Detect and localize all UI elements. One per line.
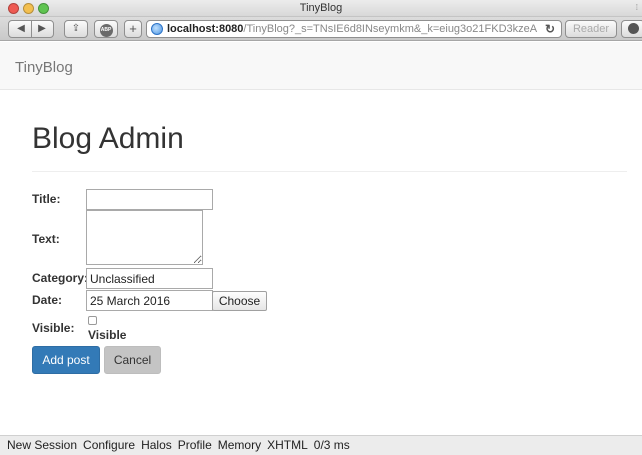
forward-arrow-icon[interactable]: ▶ <box>33 21 51 37</box>
memory-link[interactable]: Memory <box>218 438 261 452</box>
profile-link[interactable]: Profile <box>178 438 212 452</box>
category-field[interactable] <box>86 268 213 289</box>
window-title: TinyBlog <box>299 2 343 14</box>
site-brand-link[interactable]: TinyBlog <box>15 59 73 76</box>
reader-button[interactable]: Reader <box>565 20 617 38</box>
choose-date-button[interactable]: Choose <box>212 291 267 311</box>
text-label: Text: <box>32 232 60 246</box>
downloads-button[interactable] <box>621 20 642 38</box>
xhtml-link[interactable]: XHTML <box>267 438 308 452</box>
add-post-button[interactable]: Add post <box>32 346 100 374</box>
title-label: Title: <box>32 192 61 206</box>
cancel-button[interactable]: Cancel <box>104 346 161 374</box>
date-field[interactable] <box>86 290 213 311</box>
url-host: localhost:8080 <box>167 23 244 35</box>
url-text: localhost:8080/TinyBlog?_s=TNsIE6d8INsey… <box>167 21 537 37</box>
configure-link[interactable]: Configure <box>83 438 135 452</box>
globe-icon <box>151 23 163 35</box>
url-path: /TinyBlog?_s=TNsIE6d8INseymkm&_k=eiug3o2… <box>243 23 538 35</box>
text-area[interactable] <box>86 210 203 265</box>
address-bar[interactable]: localhost:8080/TinyBlog?_s=TNsIE6d8INsey… <box>146 20 562 38</box>
window-titlebar: TinyBlog ⁞ <box>0 0 642 17</box>
browser-toolbar: ◀ ▶ ⇪ ABP + localhost:8080/TinyBlog?_s=T… <box>0 17 642 41</box>
add-bookmark-button[interactable]: + <box>124 20 142 38</box>
title-field[interactable] <box>86 189 213 210</box>
page-title: Blog Admin <box>32 122 184 155</box>
visible-checkbox[interactable] <box>88 316 97 325</box>
visible-checkbox-label[interactable]: Visible <box>88 328 126 342</box>
adblock-icon: ABP <box>99 24 113 37</box>
share-icon: ⇪ <box>71 23 81 34</box>
seaside-dev-toolbar: New Session Configure Halos Profile Memory XH… <box>0 435 642 455</box>
reload-icon[interactable]: ↻ <box>545 21 555 37</box>
fullscreen-icon[interactable]: ⁞ <box>636 3 638 12</box>
history-nav-group: ◀ ▶ <box>8 20 54 38</box>
date-label: Date: <box>32 293 63 307</box>
share-button[interactable]: ⇪ <box>64 20 88 38</box>
adblock-button[interactable]: ABP <box>94 20 118 38</box>
render-time-text: 0/3 ms <box>313 438 350 452</box>
nav-divider <box>31 21 32 37</box>
site-navbar: TinyBlog <box>0 42 642 90</box>
halos-link[interactable]: Halos <box>141 438 172 452</box>
back-arrow-icon[interactable]: ◀ <box>12 21 30 37</box>
category-label: Category: <box>32 271 89 285</box>
visible-label: Visible: <box>32 321 75 335</box>
plus-icon: + <box>129 21 137 36</box>
download-icon <box>627 23 639 34</box>
heading-divider <box>32 171 627 172</box>
new-session-link[interactable]: New Session <box>7 438 77 452</box>
